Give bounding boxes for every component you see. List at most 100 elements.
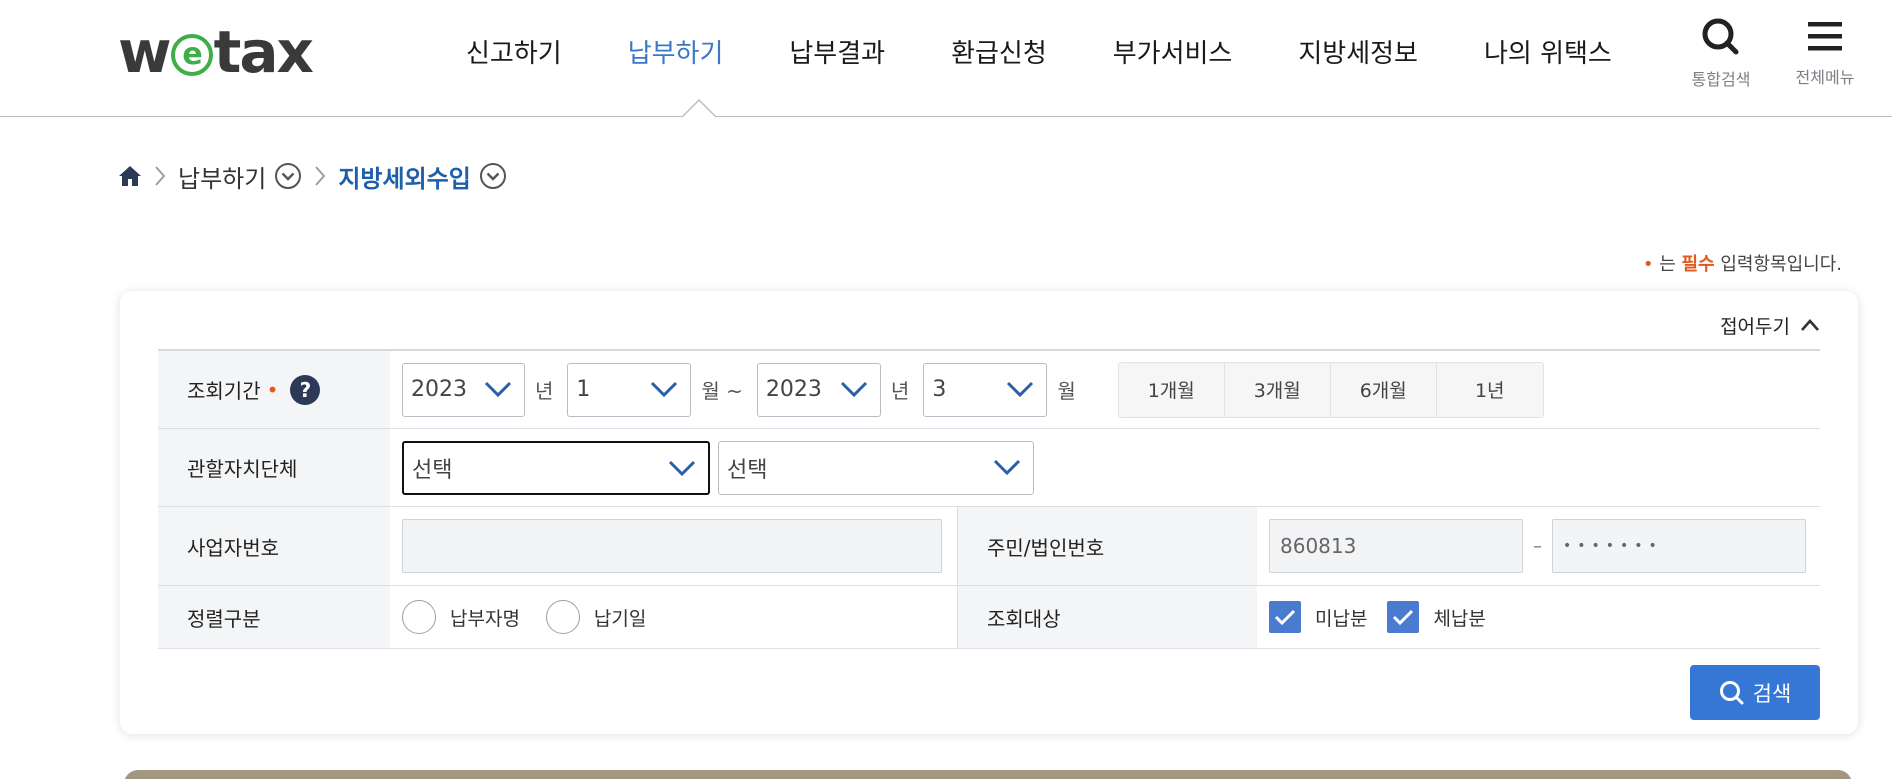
chevron-right-icon [315,166,326,186]
year-unit: 년 [890,379,910,403]
jurisdiction-controls: 선택 선택 [390,429,1820,506]
month-unit: 월 [1057,379,1076,403]
required-dot: • [1642,254,1654,275]
logo-wordmark: w e tax [118,18,314,86]
from-year-value: 2023 [411,377,467,402]
jurisdiction-province-select[interactable]: 선택 [402,440,710,495]
period-6months-button[interactable]: 6개월 [1330,362,1437,417]
nav-item-extra-services[interactable]: 부가서비스 [1113,0,1233,102]
breadcrumb: 납부하기 지방세외수입 [118,158,507,194]
period-row: 조회기간 • ? 2023 년 1 월 ~ 2023 년 3 월 1개월 3개월… [158,351,1820,429]
required-fields-note: • 는 필수 입력항목입니다. [1643,250,1842,276]
sort-options: 납부자명 납기일 [390,586,957,648]
chevron-down-circle-icon[interactable] [479,162,507,190]
nav-item-my-wetax[interactable]: 나의 위택스 [1484,0,1612,102]
sort-header: 정렬구분 [158,586,390,648]
chevron-down-icon [993,459,1021,475]
quick-period-group: 1개월 3개월 6개월 1년 [1117,361,1544,418]
period-1month-button[interactable]: 1개월 [1118,362,1225,417]
checkmark-icon [1274,609,1296,626]
chevron-down-circle-icon[interactable] [274,162,302,190]
overdue-checkbox[interactable] [1387,601,1420,633]
overdue-label[interactable]: 체납분 [1433,604,1485,631]
chevron-down-icon [484,381,512,397]
search-form-card: 접어두기 조회기간 • ? 2023 년 1 월 ~ 2023 년 3 월 1개… [120,291,1858,734]
jurisdiction-city-select[interactable]: 선택 [718,440,1034,495]
from-month-select[interactable]: 1 [567,362,692,417]
to-year-select[interactable]: 2023 [756,362,881,417]
required-note-word: 필수 [1681,254,1715,275]
chevron-down-icon [840,381,867,397]
period-controls: 2023 년 1 월 ~ 2023 년 3 월 1개월 3개월 6개월 1년 [390,351,1820,428]
target-options: 미납분 체납분 [1257,586,1820,648]
search-button-label: 검색 [1752,681,1792,706]
to-year-value: 2023 [765,377,822,402]
unpaid-checkbox[interactable] [1269,601,1301,633]
sort-by-due-date-label[interactable]: 납기일 [594,604,646,631]
business-no-cell [390,507,957,585]
required-dot: • [266,377,279,402]
nav-item-report[interactable]: 신고하기 [466,0,562,102]
year-unit: 년 [535,379,554,403]
sort-by-payer-label[interactable]: 납부자명 [450,604,520,631]
nav-item-refund[interactable]: 환급신청 [951,0,1047,102]
resident-no-header: 주민/법인번호 [957,507,1257,585]
jurisdiction-city-value: 선택 [727,457,768,483]
main-navigation: 신고하기 납부하기 납부결과 환급신청 부가서비스 지방세정보 나의 위택스 [466,0,1678,117]
all-menu-button[interactable]: 전체메뉴 [1780,18,1870,88]
sort-by-payer-radio[interactable] [402,600,436,634]
sort-by-due-date-radio[interactable] [545,600,580,634]
wetax-logo[interactable]: w e tax [118,18,314,86]
jurisdiction-header: 관할자치단체 [158,429,390,506]
business-no-input[interactable] [402,519,942,573]
collapse-toggle[interactable]: 접어두기 [1720,307,1820,343]
chevron-right-icon [155,166,166,186]
from-year-select[interactable]: 2023 [402,362,525,417]
search-form-table: 조회기간 • ? 2023 년 1 월 ~ 2023 년 3 월 1개월 3개월… [158,349,1820,649]
resident-no-dash: – [1533,535,1542,557]
breadcrumb-item-payment[interactable]: 납부하기 [178,159,266,194]
chevron-down-icon [1007,381,1034,397]
help-icon[interactable]: ? [290,374,321,405]
active-nav-caret-icon [682,98,716,118]
period-1year-button[interactable]: 1년 [1436,362,1543,417]
hamburger-icon [1808,22,1842,51]
resident-no-back-input[interactable]: ••••••• [1552,519,1806,573]
search-icon [1719,680,1744,704]
target-header: 조회대상 [957,586,1257,648]
checkmark-icon [1393,609,1414,626]
period-3months-button[interactable]: 3개월 [1224,362,1331,417]
collapse-label: 접어두기 [1720,315,1790,338]
chevron-down-icon [651,381,678,397]
nav-item-payment[interactable]: 납부하기 [628,0,724,102]
results-section-top-edge [124,770,1852,779]
search-icon [1702,18,1739,55]
home-icon[interactable] [118,164,142,188]
all-menu-label: 전체메뉴 [1795,68,1855,87]
resident-no-front-input[interactable]: 860813 [1269,519,1523,573]
chevron-down-icon [668,460,696,476]
search-button[interactable]: 검색 [1690,665,1820,720]
resident-no-cell: 860813 – ••••••• [1257,507,1820,585]
from-month-value: 1 [576,377,591,402]
jurisdiction-row: 관할자치단체 선택 선택 [158,429,1820,507]
business-no-header: 사업자번호 [158,507,390,585]
to-month-value: 3 [932,377,947,402]
month-tilde-unit: 월 ~ [701,379,743,403]
period-header: 조회기간 • ? [158,351,390,428]
to-month-select[interactable]: 3 [923,362,1048,417]
chevron-up-icon [1801,319,1819,331]
id-number-row: 사업자번호 주민/법인번호 860813 – ••••••• [158,507,1820,586]
site-header: w e tax 신고하기 납부하기 납부결과 환급신청 부가서비스 지방세정보 나의… [0,0,1892,118]
sort-target-row: 정렬구분 납부자명 납기일 조회대상 미납분 체납분 [158,586,1820,649]
nav-item-payment-result[interactable]: 납부결과 [789,0,885,102]
period-label: 조회기간 [187,379,261,403]
integrated-search-label: 통합검색 [1691,70,1751,89]
required-note-suffix: 입력항목입니다. [1714,254,1842,275]
breadcrumb-item-non-tax-revenue[interactable]: 지방세외수입 [338,159,470,194]
jurisdiction-province-value: 선택 [412,457,453,483]
nav-item-local-tax-info[interactable]: 지방세정보 [1298,0,1418,102]
integrated-search-button[interactable]: 통합검색 [1676,18,1766,90]
required-note-prefix: 는 [1659,254,1682,275]
unpaid-label[interactable]: 미납분 [1315,604,1367,631]
